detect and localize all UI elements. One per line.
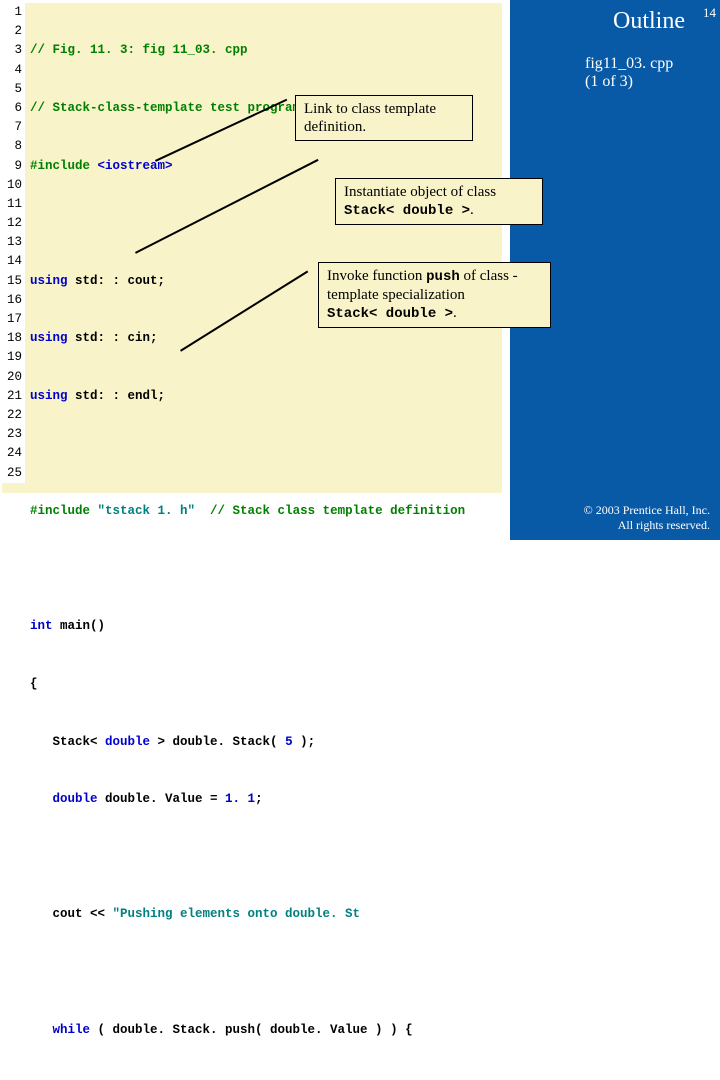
code-listing: // Fig. 11. 3: fig 11_03. cpp // Stack-c… <box>30 3 488 1080</box>
copyright: © 2003 Prentice Hall, Inc.All rights res… <box>584 503 710 532</box>
callout-instantiate: Instantiate object of class Stack< doubl… <box>335 178 543 225</box>
figure-reference: fig11_03. cpp(1 of 3) <box>585 55 695 91</box>
line-number-gutter: 12345 678910 1112131415 1617181920 21222… <box>2 3 25 483</box>
callout-invoke-push: Invoke function push of class -template … <box>318 262 551 328</box>
callout-link-definition: Link to class template definition. <box>295 95 473 141</box>
slide-number: 14 <box>703 5 716 21</box>
outline-heading: Outline <box>613 8 685 35</box>
